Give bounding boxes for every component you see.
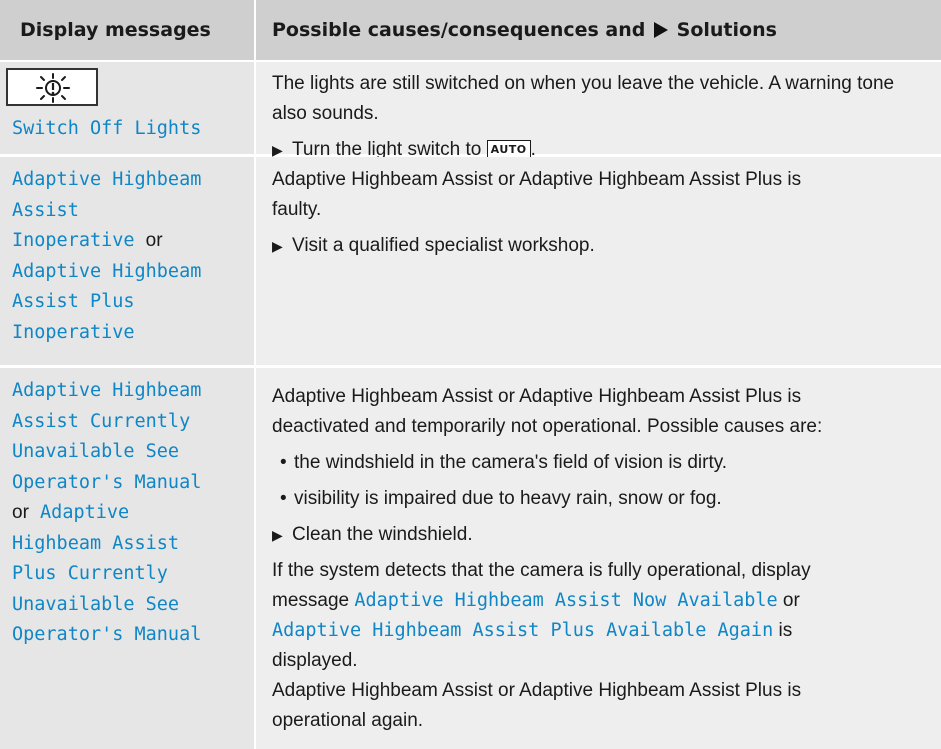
- header-right-prefix: Possible causes/consequences and: [272, 19, 646, 41]
- row-3-solution-cell: Adaptive Highbeam Assist or Adaptive Hig…: [256, 368, 941, 749]
- message-line-with-or: Inoperative or: [12, 226, 254, 257]
- message-line: Unavailable See: [12, 441, 180, 462]
- message-line: Operator's Manual: [12, 624, 202, 645]
- row-2-cause: Adaptive Highbeam Assist or Adaptive Hig…: [272, 165, 927, 225]
- row-3-step: ▶ Clean the windshield.: [272, 520, 927, 550]
- row-3-message-cell: Adaptive Highbeam Assist Currently Unava…: [0, 368, 254, 749]
- header-right-suffix: Solutions: [676, 19, 777, 41]
- message-line: Inoperative: [12, 230, 135, 251]
- header-left-label: Display messages: [20, 19, 211, 41]
- message-line: Adaptive Highbeam: [12, 169, 202, 190]
- message-line: Assist Currently: [12, 410, 191, 432]
- row-2-message-cell: Adaptive Highbeam Assist Inoperative or …: [0, 157, 254, 365]
- message-line: Assist: [12, 199, 79, 221]
- detect-line: If the system detects that the camera is…: [272, 560, 811, 581]
- detect-line: Adaptive Highbeam Assist Plus Available …: [272, 616, 927, 646]
- step-arrow-icon: ▶: [272, 527, 283, 543]
- message-line: Assist Plus: [12, 291, 135, 312]
- row-1-solution-cell: The lights are still switched on when yo…: [256, 62, 941, 160]
- step-arrow-icon: ▶: [272, 238, 283, 254]
- message-available-again: Adaptive Highbeam Assist Plus Available …: [272, 620, 774, 641]
- cause-line: Adaptive Highbeam Assist or Adaptive Hig…: [272, 386, 802, 407]
- message-line: Operator's Manual: [12, 471, 202, 493]
- message-line: Adaptive Highbeam: [12, 260, 202, 282]
- final-line: Adaptive Highbeam Assist or Adaptive Hig…: [272, 680, 802, 701]
- cause-line: faulty.: [272, 199, 322, 220]
- header-causes-solutions: Possible causes/consequences and Solutio…: [256, 0, 941, 60]
- row-2-messages: Adaptive Highbeam Assist Inoperative or …: [12, 165, 254, 348]
- message-line: Inoperative: [12, 321, 135, 343]
- row-3-final: Adaptive Highbeam Assist or Adaptive Hig…: [272, 676, 927, 736]
- bullet-item: • the windshield in the camera's field of…: [280, 452, 728, 473]
- display-messages-table: Display messages Possible causes/consequ…: [0, 0, 941, 749]
- message-line: Adaptive Highbeam: [12, 380, 202, 401]
- or-connector: or: [782, 590, 800, 611]
- bullet-text: the windshield in the camera's field of …: [294, 452, 728, 473]
- cause-line: deactivated and temporarily not operatio…: [272, 416, 823, 437]
- message-line: Unavailable See: [12, 593, 180, 615]
- detect-prefix: message: [272, 590, 350, 611]
- detect-line: message Adaptive Highbeam Assist Now Ava…: [272, 586, 927, 616]
- lights-on-warning-icon: [6, 68, 98, 106]
- detect-is: is: [778, 620, 793, 641]
- row-3-messages: Adaptive Highbeam Assist Currently Unava…: [12, 376, 254, 651]
- row-3-step-text: Clean the windshield.: [292, 524, 473, 545]
- final-line: operational again.: [272, 710, 424, 731]
- detect-line: displayed.: [272, 650, 358, 671]
- message-line: Highbeam Assist: [12, 532, 180, 554]
- or-connector: or: [145, 230, 163, 251]
- bullet-text: visibility is impaired due to heavy rain…: [294, 488, 722, 509]
- row-2-step-text: Visit a qualified specialist workshop.: [292, 235, 595, 256]
- bullet-item: • visibility is impaired due to heavy rai…: [280, 488, 722, 509]
- message-line: Plus Currently: [12, 563, 168, 584]
- row-3-detect-paragraph: If the system detects that the camera is…: [272, 556, 927, 676]
- message-line-with-or: or Adaptive: [12, 498, 254, 529]
- message-now-available: Adaptive Highbeam Assist Now Available: [354, 590, 778, 611]
- message-switch-off-lights: Switch Off Lights: [12, 118, 202, 139]
- row-1-message-cell: Switch Off Lights: [0, 62, 254, 154]
- message-line: Adaptive: [40, 502, 130, 523]
- row-2-solution-cell: Adaptive Highbeam Assist or Adaptive Hig…: [256, 157, 941, 365]
- cause-line: Adaptive Highbeam Assist or Adaptive Hig…: [272, 169, 802, 190]
- row-3-cause: Adaptive Highbeam Assist or Adaptive Hig…: [272, 382, 927, 442]
- header-display-messages: Display messages: [0, 0, 254, 60]
- or-connector: or: [12, 502, 29, 523]
- solution-arrow-icon: [654, 22, 669, 38]
- row-2-step: ▶ Visit a qualified specialist workshop.: [272, 231, 927, 261]
- row-1-cause: The lights are still switched on when yo…: [272, 73, 895, 124]
